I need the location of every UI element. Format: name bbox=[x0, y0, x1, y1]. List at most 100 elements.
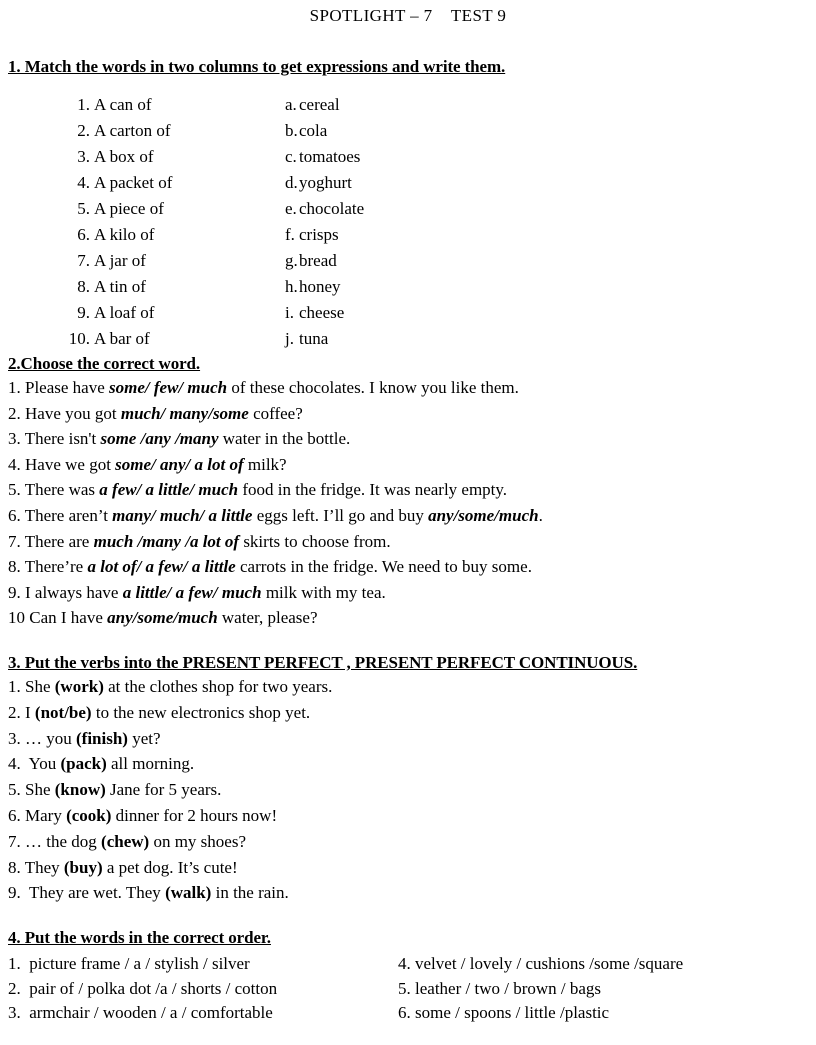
match-option-word: cola bbox=[299, 121, 328, 140]
question-number: 2. bbox=[8, 403, 25, 423]
match-option-letter: j. bbox=[285, 329, 294, 348]
question-number: 6. bbox=[8, 805, 25, 825]
verb-prompt[interactable]: (finish) bbox=[76, 729, 128, 748]
match-option-letter: i. bbox=[285, 303, 294, 322]
match-option: h.honey bbox=[285, 274, 341, 300]
word-order-row: 2. pair of / polka dot /a / shorts / cot… bbox=[0, 977, 816, 1002]
match-row: 10. A bar of j. tuna bbox=[56, 326, 816, 352]
question-number: 2. bbox=[8, 702, 25, 722]
match-row: 5. A piece of e. chocolate bbox=[56, 196, 816, 222]
answer-choices[interactable]: a few/ a little/ much bbox=[99, 480, 238, 499]
verb-prompt[interactable]: (cook) bbox=[66, 806, 111, 825]
match-option: i. cheese bbox=[285, 300, 344, 326]
answer-choices[interactable]: many/ much/ a little bbox=[112, 506, 252, 525]
verb-prompt[interactable]: (work) bbox=[55, 677, 104, 696]
question-text: water, please? bbox=[217, 608, 318, 628]
question-line: 4. You (pack) all morning. bbox=[0, 751, 816, 777]
question-line: 5. She (know) Jane for 5 years. bbox=[0, 777, 816, 803]
match-item-phrase: A can of bbox=[94, 95, 152, 114]
question-number: 4. bbox=[8, 454, 25, 474]
match-option-word: bread bbox=[299, 251, 337, 270]
question-text: at the clothes shop for two years. bbox=[103, 676, 333, 696]
question-text: milk with my tea. bbox=[261, 582, 386, 602]
match-item-number: 5. bbox=[77, 199, 90, 218]
verb-prompt[interactable]: (pack) bbox=[60, 754, 106, 773]
question-number: 10 bbox=[8, 608, 30, 628]
question-number: 8. bbox=[8, 857, 25, 877]
answer-choices[interactable]: some/ any/ a lot of bbox=[115, 455, 243, 474]
answer-choices[interactable]: any/some/much bbox=[428, 506, 539, 525]
worksheet-page: SPOTLIGHT – 7 TEST 9 1. Match the words … bbox=[0, 0, 816, 1045]
question-text: all morning. bbox=[106, 754, 195, 774]
verb-prompt[interactable]: (walk) bbox=[165, 883, 211, 902]
match-option-letter: a. bbox=[285, 95, 297, 114]
match-item-phrase: A jar of bbox=[94, 251, 146, 270]
question-text: I always have bbox=[25, 582, 123, 602]
question-line: 8. They (buy) a pet dog. It’s cute! bbox=[0, 855, 816, 881]
question-text: They are wet. They bbox=[28, 883, 166, 903]
word-order-number: 3. bbox=[8, 1003, 30, 1023]
question-line: 1. She (work) at the clothes shop for tw… bbox=[0, 674, 816, 700]
question-text: There are bbox=[24, 531, 94, 551]
answer-choices[interactable]: much /many /a lot of bbox=[94, 532, 239, 551]
question-text: … the dog bbox=[25, 831, 102, 851]
question-text: . bbox=[538, 505, 543, 525]
match-row: 1. A can of a. cereal bbox=[56, 92, 816, 118]
match-item-number: 3. bbox=[77, 147, 90, 166]
question-text: Can I have bbox=[29, 608, 108, 628]
question-line: 6. Mary (cook) dinner for 2 hours now! bbox=[0, 803, 816, 829]
question-line: 4. Have we got some/ any/ a lot of milk? bbox=[0, 452, 816, 478]
match-item-number: 7. bbox=[77, 251, 90, 270]
question-text: carrots in the fridge. We need to buy so… bbox=[235, 557, 532, 577]
exercise-4-word-order-list: 1. picture frame / a / stylish / silver 4… bbox=[0, 949, 816, 1026]
exercise-3-questions: 1. She (work) at the clothes shop for tw… bbox=[0, 674, 816, 906]
question-text: There was bbox=[24, 480, 100, 500]
question-text: Have you got bbox=[25, 403, 121, 423]
match-item-phrase: A box of bbox=[94, 147, 154, 166]
answer-choices[interactable]: some/ few/ much bbox=[109, 378, 227, 397]
answer-choices[interactable]: some /any /many bbox=[100, 429, 218, 448]
verb-prompt[interactable]: (chew) bbox=[101, 832, 149, 851]
verb-prompt[interactable]: (buy) bbox=[64, 858, 103, 877]
question-text: Have we got bbox=[25, 454, 116, 474]
answer-choices[interactable]: a lot of/ a few/ a little bbox=[87, 557, 235, 576]
question-text: I bbox=[25, 702, 35, 722]
match-option-word: cheese bbox=[299, 303, 345, 322]
word-order-words: armchair / wooden / a / comfortable bbox=[29, 1003, 273, 1023]
answer-choices[interactable]: any/some/much bbox=[107, 608, 218, 627]
match-option: c. tomatoes bbox=[285, 144, 360, 170]
question-text: Please have bbox=[25, 378, 110, 397]
exercise-2-questions: 1. Please have some/ few/ much of these … bbox=[0, 375, 816, 631]
question-line: 9. I always have a little/ a few/ much m… bbox=[0, 580, 816, 606]
question-number: 8. bbox=[8, 557, 25, 577]
question-line: 2. Have you got much/ many/some coffee? bbox=[0, 401, 816, 427]
question-line: 7. There are much /many /a lot of skirts… bbox=[0, 529, 816, 555]
word-order-item: 1. picture frame / a / stylish / silver bbox=[0, 952, 250, 977]
question-line: 10 Can I have any/some/much water, pleas… bbox=[0, 605, 816, 631]
match-row: 7. A jar of g.bread bbox=[56, 248, 816, 274]
question-number: 5. bbox=[8, 780, 25, 800]
question-text: She bbox=[25, 676, 55, 696]
match-option-letter: f. bbox=[285, 225, 295, 244]
match-option-word: tuna bbox=[299, 329, 329, 348]
question-text: a pet dog. It’s cute! bbox=[102, 857, 238, 877]
match-option-word: tomatoes bbox=[299, 147, 361, 166]
question-number: 7. bbox=[8, 531, 25, 551]
verb-prompt[interactable]: (not/be) bbox=[35, 703, 92, 722]
answer-choices[interactable]: a little/ a few/ much bbox=[123, 583, 262, 602]
word-order-number: 4. bbox=[398, 954, 415, 974]
answer-choices[interactable]: much/ many/some bbox=[121, 404, 249, 423]
verb-prompt[interactable]: (know) bbox=[55, 780, 106, 799]
word-order-row: 3. armchair / wooden / a / comfortable 6.… bbox=[0, 1001, 816, 1026]
word-order-item: 2. pair of / polka dot /a / shorts / cot… bbox=[0, 977, 277, 1002]
exercise-3-heading: 3. Put the verbs into the PRESENT PERFEC… bbox=[8, 652, 638, 672]
question-text: of these chocolates. I know you like the… bbox=[227, 378, 519, 397]
question-line: 6. There aren’t many/ much/ a little egg… bbox=[0, 503, 816, 529]
word-order-words: picture frame / a / stylish / silver bbox=[29, 954, 250, 974]
question-number: 5. bbox=[8, 480, 25, 500]
match-item-number: 10. bbox=[68, 329, 90, 348]
word-order-words: some / spoons / little /plastic bbox=[415, 1003, 610, 1023]
question-text: on my shoes? bbox=[149, 831, 246, 851]
